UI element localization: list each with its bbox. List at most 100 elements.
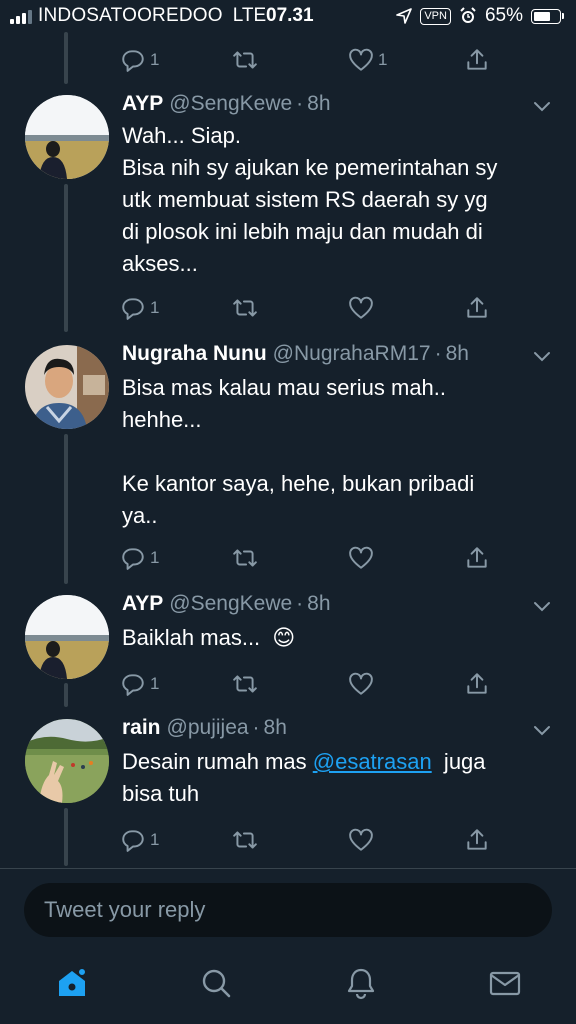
tab-home[interactable] xyxy=(55,966,89,1000)
author-handle[interactable]: @SengKewe xyxy=(169,92,292,116)
retweet-icon xyxy=(233,549,257,567)
status-bar: INDOSATOOREDOO LTE 07.31 VPN 65% xyxy=(0,0,576,34)
tweet-text-line: Desain rumah mas @esatrasan juga xyxy=(122,746,552,778)
retweet-icon xyxy=(233,831,257,849)
author-handle[interactable]: @SengKewe xyxy=(169,592,292,616)
author-name[interactable]: AYP xyxy=(122,592,163,616)
reply-icon xyxy=(122,50,144,72)
thread-line xyxy=(64,32,68,84)
mention-link[interactable]: @esatrasan xyxy=(313,749,432,774)
like-button[interactable] xyxy=(348,827,374,853)
reply-bar: Tweet your reply xyxy=(0,868,576,950)
carrier-name: INDOSATOOREDOO xyxy=(38,5,223,26)
tweet-text-line: Bisa mas kalau mau serius mah.. xyxy=(122,375,447,400)
tab-search[interactable] xyxy=(199,966,233,1000)
tweet-time: 8h xyxy=(263,716,287,739)
like-button[interactable] xyxy=(348,545,374,571)
avatar[interactable] xyxy=(25,345,109,429)
avatar[interactable] xyxy=(25,595,109,679)
tweet-text-line: utk membuat sistem RS daerah sy yg xyxy=(122,187,488,212)
reply-icon xyxy=(122,298,144,320)
heart-icon xyxy=(349,296,373,319)
chevron-down-icon[interactable] xyxy=(532,346,552,366)
reply-count: 1 xyxy=(150,830,160,849)
signal-icon xyxy=(10,8,32,24)
retweet-button[interactable] xyxy=(232,47,258,73)
reply-button[interactable]: 1 xyxy=(120,545,159,571)
share-button[interactable] xyxy=(464,295,490,321)
tweet-text-part: Desain rumah mas xyxy=(122,749,313,774)
author-name[interactable]: Nugraha Nunu xyxy=(122,342,267,366)
reply-placeholder: Tweet your reply xyxy=(44,897,206,922)
share-icon xyxy=(467,673,487,694)
tweet-time: 8h xyxy=(307,592,331,615)
avatar[interactable] xyxy=(25,95,109,179)
reply-icon xyxy=(122,830,144,852)
reply-count: 1 xyxy=(150,674,160,693)
tweet-text: Desain rumah mas @esatrasan juga bisa tu… xyxy=(122,746,552,810)
retweet-button[interactable] xyxy=(232,545,258,571)
heart-icon xyxy=(349,546,373,569)
reply-icon xyxy=(122,674,144,696)
vpn-badge: VPN xyxy=(420,7,451,25)
tweet-text-line: Bisa nih sy ajukan ke pemerintahan sy xyxy=(122,155,498,180)
heart-icon xyxy=(349,828,373,851)
tweet-header: Nugraha Nunu @NugrahaRM17 · 8h xyxy=(122,342,469,366)
location-arrow-icon xyxy=(396,8,413,24)
chevron-down-icon[interactable] xyxy=(532,720,552,740)
tab-bar xyxy=(0,950,576,1024)
reply-input[interactable]: Tweet your reply xyxy=(24,883,552,937)
tab-messages[interactable] xyxy=(488,966,522,1000)
tweet-time: 8h xyxy=(307,92,331,115)
reply-count: 1 xyxy=(150,50,160,69)
tweet-text-line: Ke kantor saya, hehe, bukan pribadi xyxy=(122,471,475,496)
tweet-actions: 1 xyxy=(120,664,500,704)
author-name[interactable]: AYP xyxy=(122,92,163,116)
like-button[interactable]: 1 xyxy=(348,47,387,73)
tweet-text-line: akses... xyxy=(122,251,198,276)
retweet-button[interactable] xyxy=(232,671,258,697)
chevron-down-icon[interactable] xyxy=(532,96,552,116)
share-button[interactable] xyxy=(464,47,490,73)
tweet-actions: 1 xyxy=(120,538,500,578)
author-name[interactable]: rain xyxy=(122,716,161,740)
retweet-icon xyxy=(233,675,257,693)
author-handle[interactable]: @pujijea xyxy=(167,716,249,740)
share-button[interactable] xyxy=(464,671,490,697)
avatar[interactable] xyxy=(25,719,109,803)
thread-line xyxy=(64,808,68,866)
search-icon xyxy=(202,969,231,998)
thread-line xyxy=(64,434,68,584)
network-type: LTE xyxy=(232,5,267,26)
messages-icon xyxy=(489,971,521,996)
battery-percent: 65% xyxy=(484,5,523,26)
tweet-text-line: Baiklah mas... xyxy=(122,625,261,650)
chevron-down-icon[interactable] xyxy=(532,596,552,616)
retweet-button[interactable] xyxy=(232,295,258,321)
reply-button[interactable]: 1 xyxy=(120,671,159,697)
tweet-text-line: bisa tuh xyxy=(122,781,200,806)
heart-icon xyxy=(349,672,373,695)
tweet-actions: 1 xyxy=(120,288,500,328)
reply-button[interactable]: 1 xyxy=(120,827,159,853)
heart-icon xyxy=(349,48,373,71)
notifications-icon xyxy=(347,968,375,1000)
author-handle[interactable]: @NugrahaRM17 xyxy=(273,342,431,366)
like-button[interactable] xyxy=(348,295,374,321)
battery-fill xyxy=(534,11,550,21)
reply-button[interactable]: 1 xyxy=(120,47,159,73)
retweet-button[interactable] xyxy=(232,827,258,853)
share-button[interactable] xyxy=(464,827,490,853)
share-icon xyxy=(467,297,487,318)
tweet-header: rain @pujijea · 8h xyxy=(122,716,287,740)
thread-line xyxy=(64,683,68,707)
like-button[interactable] xyxy=(348,671,374,697)
tweet-actions: 1 xyxy=(120,820,500,860)
share-button[interactable] xyxy=(464,545,490,571)
tweet-thread-screen: INDOSATOOREDOO LTE 07.31 VPN 65% 1 1 AYP… xyxy=(0,0,576,1024)
alarm-icon xyxy=(460,7,476,23)
clock: 07.31 xyxy=(266,5,314,26)
retweet-icon xyxy=(233,51,257,69)
tab-notifications[interactable] xyxy=(344,966,378,1000)
reply-button[interactable]: 1 xyxy=(120,295,159,321)
